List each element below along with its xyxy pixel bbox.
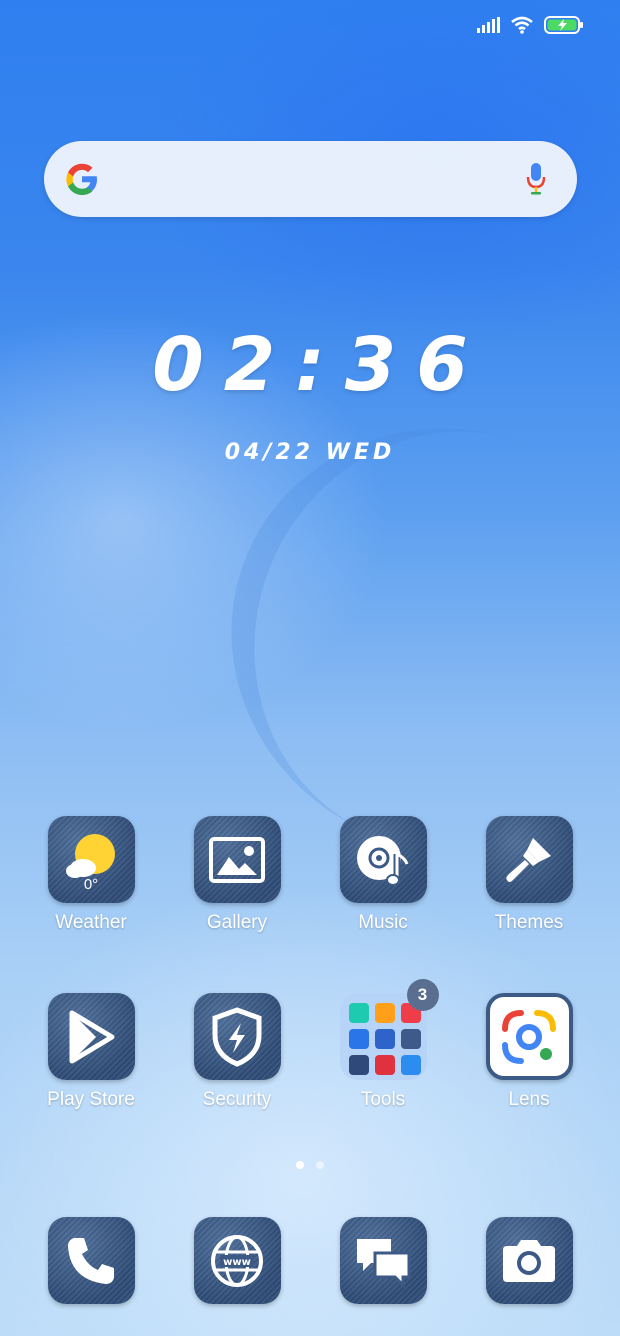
- dock-browser[interactable]: www: [164, 1217, 310, 1304]
- clock-date[interactable]: 04/22 WED: [0, 440, 620, 465]
- mini-scanner-icon: [348, 1003, 369, 1023]
- page-dot-1[interactable]: [296, 1161, 304, 1169]
- app-label-security: Security: [202, 1089, 272, 1110]
- app-label-lens: Lens: [508, 1089, 550, 1110]
- security-icon: [193, 993, 281, 1080]
- app-play-store[interactable]: Play Store: [18, 993, 164, 1111]
- themes-icon: [485, 816, 573, 903]
- battery-charging-icon: [544, 16, 584, 39]
- app-label-play-store: Play Store: [47, 1089, 135, 1110]
- phone-icon: [47, 1217, 135, 1304]
- mini-infinity-icon: [400, 1055, 421, 1075]
- messages-icon: [339, 1217, 427, 1304]
- music-icon: [339, 816, 427, 903]
- app-gallery[interactable]: Gallery: [164, 816, 310, 934]
- app-label-gallery: Gallery: [206, 912, 268, 933]
- mic-icon[interactable]: [525, 161, 547, 197]
- page-indicator: [0, 1161, 620, 1169]
- search-input[interactable]: [116, 159, 510, 201]
- app-weather[interactable]: 0° Weather: [18, 816, 164, 934]
- dock-messages[interactable]: [310, 1217, 456, 1304]
- page-dot-2[interactable]: [316, 1161, 324, 1169]
- lens-icon: [485, 993, 573, 1080]
- google-search-bar[interactable]: [44, 141, 577, 217]
- google-g-icon: [64, 161, 100, 197]
- mini-recorder-icon: [348, 1055, 369, 1075]
- notification-badge: 3: [406, 979, 439, 1011]
- app-music[interactable]: Music: [310, 816, 456, 934]
- weather-icon: 0°: [47, 816, 135, 903]
- app-label-music: Music: [358, 912, 408, 933]
- weather-temp: 0°: [83, 876, 99, 893]
- gallery-icon: [193, 816, 281, 903]
- dock-camera[interactable]: [456, 1217, 602, 1304]
- app-themes[interactable]: Themes: [456, 816, 602, 934]
- app-security[interactable]: Security: [164, 993, 310, 1111]
- clock-time[interactable]: 02:36: [0, 322, 620, 408]
- play-store-icon: [47, 993, 135, 1080]
- browser-icon: www: [193, 1217, 281, 1304]
- folder-icon: 3: [339, 979, 439, 1080]
- mini-contacts-icon: [348, 1029, 369, 1049]
- app-label-tools: Tools: [360, 1089, 406, 1110]
- dock-phone[interactable]: [18, 1217, 164, 1304]
- mini-notes-icon: [374, 1055, 395, 1075]
- app-label-weather: Weather: [55, 912, 127, 933]
- wifi-icon: [510, 16, 534, 39]
- mini-video-icon: [374, 1003, 395, 1023]
- app-lens[interactable]: Lens: [456, 993, 602, 1111]
- mini-mail-icon: [374, 1029, 395, 1049]
- status-bar: [476, 16, 584, 39]
- signal-icon: [476, 17, 500, 38]
- svg-text:www: www: [223, 1257, 251, 1268]
- app-tools-folder[interactable]: 3 Tools: [310, 979, 456, 1111]
- app-label-themes: Themes: [494, 912, 564, 933]
- camera-icon: [485, 1217, 573, 1304]
- mini-media-icon: [400, 1029, 421, 1049]
